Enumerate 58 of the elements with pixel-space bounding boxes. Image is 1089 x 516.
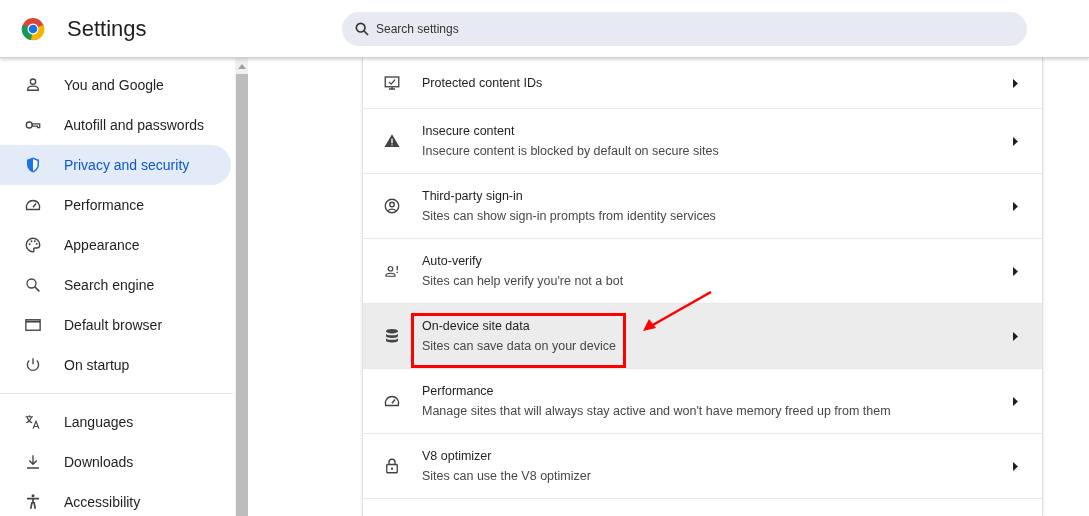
translate-icon [24, 413, 42, 431]
setting-title: On-device site data [422, 319, 530, 333]
chevron-right-icon [1013, 396, 1018, 406]
chevron-right-icon [1013, 331, 1018, 341]
setting-row[interactable]: Insecure content Insecure content is blocked by default on secure sites [363, 108, 1042, 173]
warning-icon [383, 132, 401, 150]
sidebar-item[interactable]: Search engine [0, 265, 231, 305]
setting-description: Manage sites that will always stay active and won't have memory freed up from them [422, 404, 891, 418]
setting-title: Protected content IDs [422, 76, 543, 90]
sidebar-item[interactable]: Performance [0, 185, 231, 225]
chevron-right-icon [1013, 266, 1018, 276]
setting-description: Sites can help verify you're not a bot [422, 274, 624, 288]
chevron-right-icon [1013, 78, 1018, 88]
person-icon [24, 76, 42, 94]
sidebar-item[interactable]: Default browser [0, 305, 231, 345]
chevron-right-icon [1013, 461, 1018, 471]
search-field[interactable]: Search settings [342, 11, 1027, 46]
window-icon [24, 316, 42, 334]
setting-row[interactable]: Third-party sign-in Sites can show sign-in prompts from identity services [363, 173, 1042, 238]
sidebar-item[interactable]: Autofill and passwords [0, 105, 231, 145]
monitor-check-icon [383, 74, 401, 92]
setting-row[interactable]: On-device site data Sites can save data on your device [363, 303, 1042, 368]
sidebar-item[interactable]: Languages [0, 402, 231, 442]
setting-title: V8 optimizer [422, 449, 492, 463]
setting-description: Sites can use the V8 optimizer [422, 469, 591, 483]
setting-title: Performance [422, 384, 494, 398]
sidebar-item[interactable]: Accessibility [0, 482, 231, 516]
sidebar-item[interactable]: Downloads [0, 442, 231, 482]
chevron-right-icon [1013, 201, 1018, 211]
lock-icon [383, 457, 401, 475]
search-icon [24, 276, 42, 294]
search-icon [354, 20, 370, 37]
chrome-logo-icon [21, 16, 45, 41]
setting-row[interactable]: V8 optimizer Sites can use the V8 optimizer [363, 433, 1042, 498]
sidebar-item[interactable]: You and Google [0, 65, 231, 105]
setting-description: Sites can save data on your device [422, 339, 616, 353]
sidebar-item[interactable]: Appearance [0, 225, 231, 265]
scrollbar[interactable] [235, 58, 248, 516]
chevron-right-icon [1013, 136, 1018, 146]
shield-icon [24, 156, 42, 174]
setting-row[interactable]: Protected content IDs [363, 58, 1042, 108]
power-icon [24, 356, 42, 374]
sidebar-item[interactable]: Privacy and security [0, 145, 231, 185]
setting-title: Third-party sign-in [422, 189, 523, 203]
setting-description: Sites can show sign-in prompts from identity services [422, 209, 716, 223]
setting-row[interactable]: Performance Manage sites that will always stay active and won't have memory freed up from them [363, 368, 1042, 433]
setting-description: Insecure content is blocked by default on secure sites [422, 144, 719, 158]
database-icon [383, 327, 401, 345]
account-circle-icon [383, 197, 401, 215]
page-title: Settings [67, 15, 148, 43]
scroll-up-arrow-icon[interactable] [237, 63, 246, 69]
setting-title: Auto-verify [422, 254, 482, 268]
palette-icon [24, 236, 42, 254]
pointer-arrow [641, 291, 713, 333]
setting-title: Insecure content [422, 124, 515, 138]
sidebar-item[interactable]: On startup [0, 345, 231, 385]
download-icon [24, 453, 42, 471]
accessibility-icon [24, 493, 42, 511]
